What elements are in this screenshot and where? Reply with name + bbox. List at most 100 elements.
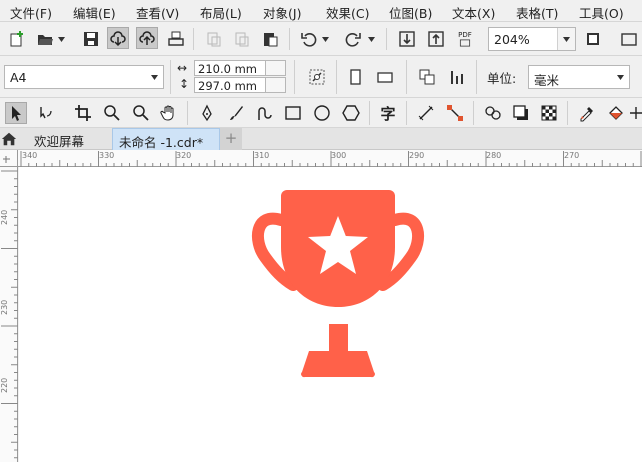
menu-text[interactable]: 文本(X) bbox=[452, 3, 495, 22]
parallel-dimension-tool-button[interactable] bbox=[415, 102, 437, 124]
ellipse-icon bbox=[314, 105, 330, 121]
page-size-dropdown-arrow[interactable] bbox=[145, 66, 163, 88]
ruler-label: 310 bbox=[254, 151, 270, 160]
pages-icon bbox=[419, 69, 435, 85]
eyedropper-icon bbox=[580, 107, 593, 122]
artistic-media-tool-button[interactable] bbox=[225, 102, 247, 124]
publish-pdf-button[interactable]: PDF bbox=[454, 28, 476, 50]
separator bbox=[336, 60, 337, 94]
application-launcher-button[interactable] bbox=[618, 28, 640, 50]
menu-file[interactable]: 文件(F) bbox=[10, 3, 52, 22]
new-document-button[interactable] bbox=[6, 28, 28, 50]
chevron-down-icon bbox=[616, 74, 624, 80]
connector-tool-button[interactable] bbox=[444, 102, 466, 124]
menu-view[interactable]: 查看(V) bbox=[136, 3, 179, 22]
menu-layout[interactable]: 布局(L) bbox=[200, 3, 242, 22]
canvas-drawing bbox=[252, 190, 424, 378]
horizontal-ruler[interactable]: 340 330 320 310 300 290 280 270 bbox=[18, 150, 642, 167]
page-size-value: A4 bbox=[10, 70, 27, 85]
shadow-icon bbox=[513, 105, 528, 120]
zoom-dropdown-arrow[interactable] bbox=[557, 28, 575, 50]
ruler-label: 340 bbox=[22, 151, 38, 160]
ellipse-tool-button[interactable] bbox=[311, 102, 333, 124]
units-value: 毫米 bbox=[534, 73, 560, 88]
page-width-stepper[interactable] bbox=[266, 60, 286, 76]
connector-icon bbox=[447, 105, 463, 121]
freehand-tool-button[interactable] bbox=[253, 102, 275, 124]
menu-tools[interactable]: 工具(O) bbox=[579, 3, 624, 22]
zoom-tool-button[interactable] bbox=[101, 102, 123, 124]
ruler-label: 230 bbox=[0, 299, 9, 315]
open-button[interactable] bbox=[34, 28, 56, 50]
copy-button[interactable] bbox=[231, 28, 253, 50]
undo-dropdown[interactable] bbox=[322, 28, 329, 50]
open-dropdown[interactable] bbox=[58, 28, 65, 50]
zoom-level-value: 204% bbox=[494, 32, 530, 47]
toolbox: 字 bbox=[0, 98, 642, 128]
cloud-upload-button[interactable] bbox=[136, 27, 158, 49]
portrait-button[interactable] bbox=[344, 66, 366, 88]
units-combo[interactable]: 毫米 bbox=[528, 65, 630, 89]
add-tab-button[interactable]: + bbox=[220, 128, 242, 150]
tab-welcome-screen[interactable]: 欢迎屏幕 bbox=[34, 128, 84, 150]
pan-tool-button[interactable] bbox=[158, 102, 180, 124]
redo-dropdown[interactable] bbox=[368, 28, 375, 50]
text-tool-button[interactable]: 字 bbox=[377, 102, 399, 124]
shape-tool-button[interactable] bbox=[35, 102, 57, 124]
undo-button[interactable] bbox=[298, 28, 320, 50]
drawing-canvas[interactable] bbox=[19, 167, 642, 462]
print-icon bbox=[168, 31, 184, 46]
blend-tool-button[interactable] bbox=[482, 102, 504, 124]
ruler-label: 220 bbox=[0, 377, 9, 393]
separator bbox=[406, 101, 407, 125]
import-button[interactable] bbox=[396, 28, 418, 50]
menu-table[interactable]: 表格(T) bbox=[516, 3, 558, 22]
page-height-stepper[interactable] bbox=[266, 77, 286, 93]
separator bbox=[473, 101, 474, 125]
cloud-download-icon bbox=[110, 31, 126, 47]
tab-document[interactable]: 未命名 -1.cdr* bbox=[112, 128, 220, 150]
page-height-field[interactable]: 297.0 mm bbox=[194, 77, 266, 93]
transparency-tool-button[interactable] bbox=[538, 102, 560, 124]
print-button[interactable] bbox=[165, 28, 187, 50]
crop-icon bbox=[75, 105, 91, 121]
ruler-origin[interactable] bbox=[0, 150, 18, 167]
undo-icon bbox=[301, 33, 317, 47]
more-tools-button[interactable] bbox=[630, 102, 642, 124]
drop-shadow-tool-button[interactable] bbox=[510, 102, 532, 124]
menu-bitmap[interactable]: 位图(B) bbox=[389, 3, 432, 22]
menu-effects[interactable]: 效果(C) bbox=[326, 3, 369, 22]
redo-button[interactable] bbox=[342, 28, 364, 50]
save-button[interactable] bbox=[80, 28, 102, 50]
full-screen-button[interactable] bbox=[582, 28, 604, 50]
standard-toolbar: PDF 204% bbox=[0, 22, 642, 56]
pen-tool-button[interactable] bbox=[196, 102, 218, 124]
current-page-button[interactable] bbox=[446, 66, 468, 88]
menu-object[interactable]: 对象(J) bbox=[263, 3, 301, 22]
export-button[interactable] bbox=[425, 28, 447, 50]
page-size-combo[interactable]: A4 bbox=[4, 65, 164, 89]
copy-icon bbox=[207, 32, 221, 47]
page-width-field[interactable]: 210.0 mm bbox=[194, 60, 266, 76]
pick-tool-button[interactable] bbox=[5, 102, 27, 124]
polygon-tool-button[interactable] bbox=[340, 102, 362, 124]
interactive-fill-tool-button[interactable] bbox=[605, 102, 627, 124]
crop-tool-button[interactable] bbox=[72, 102, 94, 124]
zoom-out-tool-button[interactable] bbox=[130, 102, 152, 124]
separator bbox=[406, 60, 407, 94]
zoom-level-combo[interactable]: 204% bbox=[488, 27, 576, 51]
cut-button[interactable] bbox=[203, 28, 225, 50]
paste-button[interactable] bbox=[259, 28, 281, 50]
home-tab-button[interactable] bbox=[0, 128, 18, 150]
page-options-button[interactable] bbox=[306, 66, 328, 88]
color-eyedropper-tool-button[interactable] bbox=[576, 102, 598, 124]
cloud-download-button[interactable] bbox=[107, 27, 129, 49]
landscape-button[interactable] bbox=[374, 66, 396, 88]
units-dropdown-arrow[interactable] bbox=[611, 66, 629, 88]
hexagon-icon bbox=[342, 105, 360, 121]
vertical-ruler[interactable]: 240 230 220 bbox=[0, 167, 18, 462]
menu-edit[interactable]: 编辑(E) bbox=[73, 3, 116, 22]
all-pages-button[interactable] bbox=[416, 66, 438, 88]
landscape-page-icon bbox=[377, 72, 393, 83]
rectangle-tool-button[interactable] bbox=[282, 102, 304, 124]
